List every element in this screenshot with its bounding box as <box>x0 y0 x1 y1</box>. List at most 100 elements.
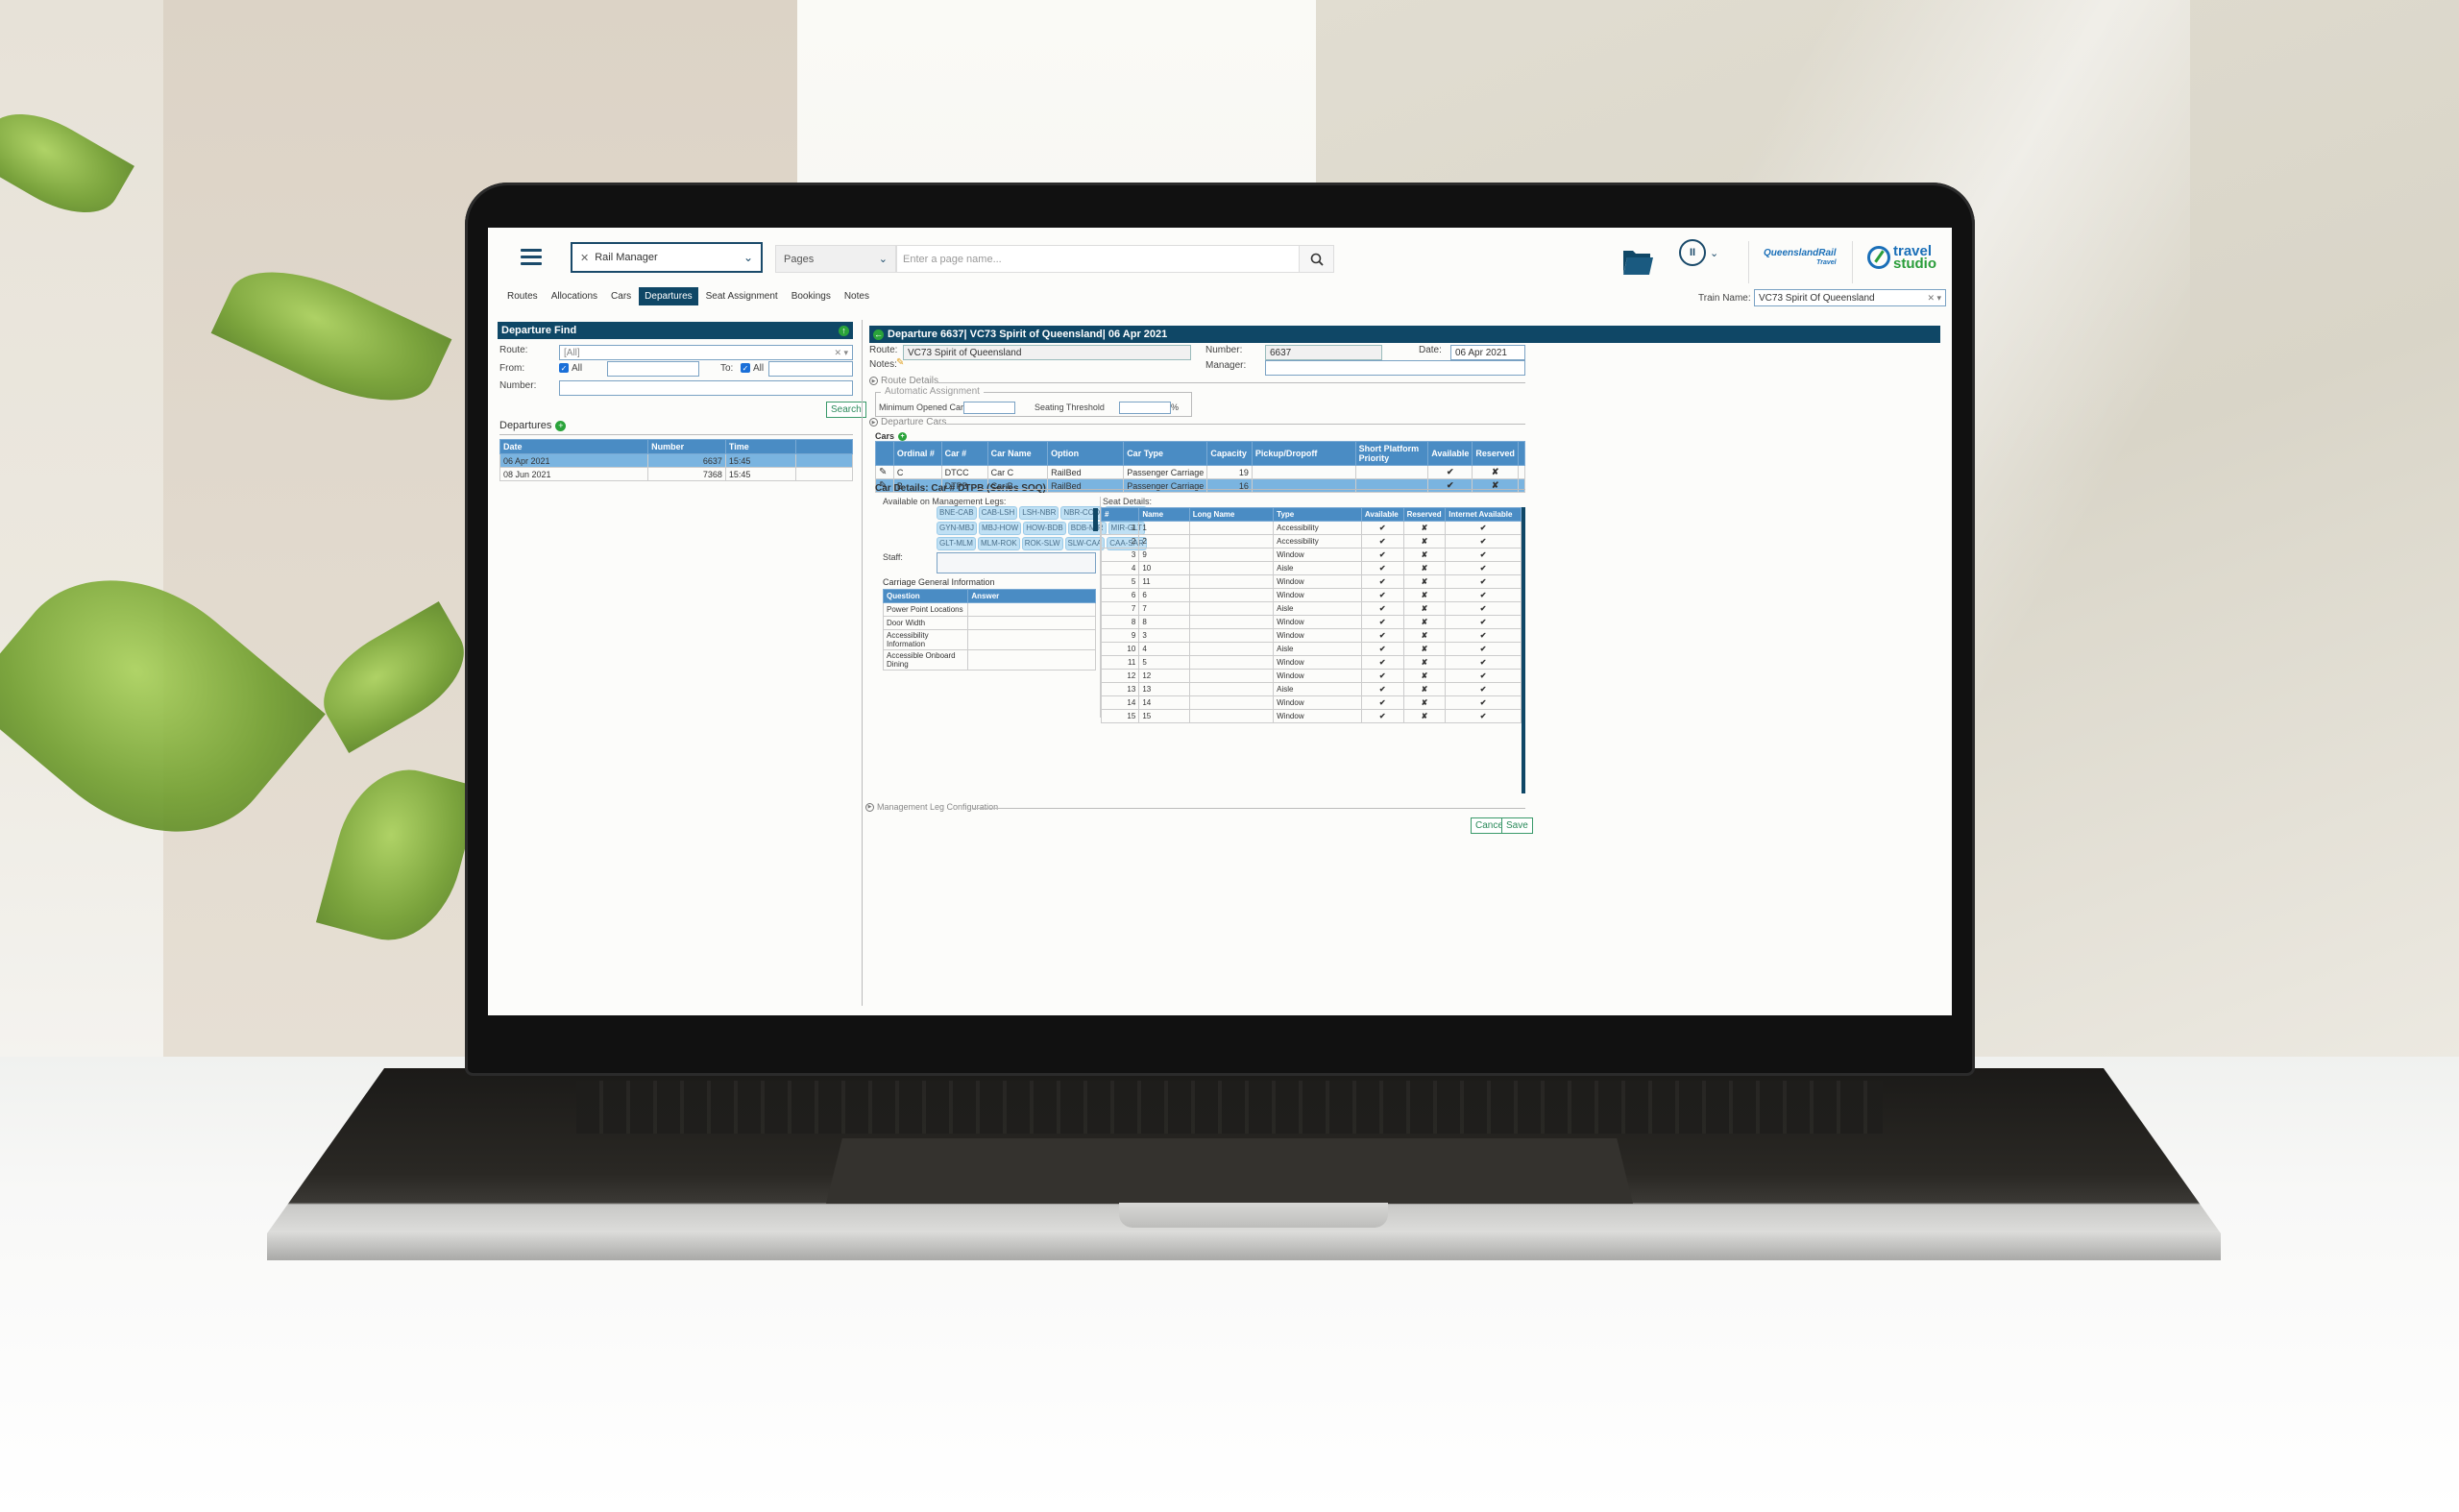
carriage-info-row[interactable]: Door Width <box>882 616 1096 630</box>
seat-row[interactable]: 12 12 Window ✔ ✘ ✔ <box>1101 669 1522 683</box>
from-all-checkbox[interactable]: ✓ <box>559 363 569 373</box>
management-leg-chip[interactable]: LSH-NBR <box>1019 506 1059 520</box>
departure-find-panel: Departure Find ↑ Route: [All] ✕ ▾ From: … <box>498 322 866 1006</box>
to-input[interactable] <box>768 361 853 377</box>
carriage-info-row[interactable]: Accessible Onboard Dining <box>882 649 1096 671</box>
manager-field[interactable] <box>1265 360 1525 376</box>
number-input[interactable] <box>559 380 853 396</box>
management-leg-chip[interactable]: ROK-SLW <box>1021 537 1063 550</box>
check-icon: ✔ <box>1360 548 1404 562</box>
management-leg-chip[interactable]: SLW-CAA <box>1064 537 1106 550</box>
back-arrow-icon[interactable]: ← <box>873 329 884 340</box>
edit-car-icon[interactable]: ✎ <box>875 465 894 479</box>
departure-cars-toggle[interactable]: ▶ Departure Cars <box>869 417 946 427</box>
seat-row[interactable]: 8 8 Window ✔ ✘ ✔ <box>1101 615 1522 629</box>
edit-notes-icon[interactable]: ✎ <box>896 357 904 368</box>
save-button[interactable]: Save <box>1501 817 1533 834</box>
collapse-up-icon[interactable]: ↑ <box>839 325 849 336</box>
col-cars-8: Short Platform Priority <box>1354 441 1429 466</box>
tab-cars[interactable]: Cars <box>605 287 637 305</box>
carriage-info-row[interactable]: Power Point Locations <box>882 602 1096 617</box>
clear-icon[interactable]: ✕ <box>580 252 589 264</box>
seat-name: 4 <box>1138 642 1190 656</box>
carriage-info-row[interactable]: Accessibility Information <box>882 629 1096 650</box>
search-button[interactable]: Search <box>826 402 866 418</box>
management-leg-chip[interactable]: MBJ-HOW <box>979 522 1022 535</box>
car-option: RailBed <box>1047 478 1125 493</box>
seat-row[interactable]: 7 7 Aisle ✔ ✘ ✔ <box>1101 601 1522 616</box>
seat-row[interactable]: 14 14 Window ✔ ✘ ✔ <box>1101 695 1522 710</box>
check-icon: ✔ <box>1360 521 1404 535</box>
search-button[interactable] <box>1299 246 1333 272</box>
seat-row[interactable]: 13 13 Aisle ✔ ✘ ✔ <box>1101 682 1522 696</box>
seat-row[interactable]: 15 15 Window ✔ ✘ ✔ <box>1101 709 1522 723</box>
to-all-checkbox[interactable]: ✓ <box>741 363 750 373</box>
clear-dropdown-icon[interactable]: ✕ ▾ <box>834 348 848 358</box>
seat-row[interactable]: 11 5 Window ✔ ✘ ✔ <box>1101 655 1522 670</box>
management-leg-chip[interactable]: GLT-MLM <box>937 537 976 550</box>
check-icon: ✔ <box>1360 628 1404 643</box>
legs-scrollbar[interactable] <box>1093 508 1098 531</box>
tab-notes[interactable]: Notes <box>839 287 875 305</box>
laptop-keyboard <box>576 1081 1883 1134</box>
mgmt-leg-config-toggle[interactable]: ▶ Management Leg Configuration <box>865 802 998 812</box>
module-select[interactable]: ✕ Rail Manager ⌄ <box>571 242 763 273</box>
departure-extra <box>795 467 853 481</box>
management-leg-chip[interactable]: CAB-LSH <box>978 506 1018 520</box>
seat-row[interactable]: 10 4 Aisle ✔ ✘ ✔ <box>1101 642 1522 656</box>
number-label: Number: <box>1205 345 1243 355</box>
seat-details-wrap[interactable]: # Name Long Name Type Available Reserved… <box>1101 507 1525 793</box>
seat-row[interactable]: 9 3 Window ✔ ✘ ✔ <box>1101 628 1522 643</box>
info-answer[interactable] <box>967 649 1096 671</box>
car-type: Passenger Carriage <box>1123 465 1208 479</box>
departure-row[interactable]: 08 Jun 2021 7368 15:45 <box>499 467 853 481</box>
add-car-icon[interactable]: + <box>898 431 908 441</box>
add-departure-icon[interactable]: + <box>555 420 567 431</box>
date-field[interactable]: 06 Apr 2021 <box>1450 345 1525 360</box>
management-leg-chip[interactable]: BNE-CAB <box>937 506 977 520</box>
clear-dropdown-icon[interactable]: ✕ ▾ <box>1927 293 1941 304</box>
management-leg-chip[interactable]: GYN-MBJ <box>937 522 977 535</box>
check-icon: ✔ <box>1445 695 1522 710</box>
info-answer[interactable] <box>967 629 1096 650</box>
seat-index: 6 <box>1101 588 1140 602</box>
tab-bookings[interactable]: Bookings <box>786 287 837 305</box>
divider <box>499 434 853 435</box>
tab-allocations[interactable]: Allocations <box>546 287 603 305</box>
seating-threshold-input[interactable] <box>1119 402 1171 414</box>
management-leg-chip[interactable]: HOW-BDB <box>1023 522 1066 535</box>
tab-seat-assignment[interactable]: Seat Assignment <box>700 287 784 305</box>
tab-departures[interactable]: Departures <box>639 287 698 305</box>
info-answer[interactable] <box>967 602 1096 617</box>
seat-type: Window <box>1273 548 1362 562</box>
info-answer[interactable] <box>967 616 1096 630</box>
seat-row[interactable]: 3 9 Window ✔ ✘ ✔ <box>1101 548 1522 562</box>
seat-row[interactable]: 4 10 Aisle ✔ ✘ ✔ <box>1101 561 1522 575</box>
seat-name: 10 <box>1138 561 1190 575</box>
page-search-input[interactable] <box>897 253 1299 265</box>
number-field[interactable]: 6637 <box>1265 345 1382 360</box>
tab-routes[interactable]: Routes <box>501 287 544 305</box>
departure-row[interactable]: 06 Apr 2021 6637 15:45 <box>499 453 853 468</box>
seat-row[interactable]: 6 6 Window ✔ ✘ ✔ <box>1101 588 1522 602</box>
management-leg-chip[interactable]: MLM-ROK <box>977 537 1020 550</box>
seat-name: 1 <box>1138 521 1190 535</box>
check-icon: ✔ <box>1360 695 1404 710</box>
train-name-select[interactable]: VC73 Spirit Of Queensland ✕ ▾ <box>1754 289 1946 306</box>
route-select[interactable]: [All] ✕ ▾ <box>559 345 853 360</box>
route-field[interactable]: VC73 Spirit of Queensland <box>903 345 1191 360</box>
pages-select[interactable]: Pages ⌄ <box>775 245 896 273</box>
staff-field[interactable] <box>937 552 1096 573</box>
from-input[interactable] <box>607 361 699 377</box>
route-details-toggle[interactable]: ▶ Route Details <box>869 376 938 386</box>
car-row[interactable]: ✎ C DTCC Car C RailBed Passenger Carriage 19 ✔ ✘ <box>875 465 1525 479</box>
seat-row[interactable]: 5 11 Window ✔ ✘ ✔ <box>1101 574 1522 589</box>
status-menu[interactable]: II ⌄ <box>1679 239 1718 266</box>
cross-icon: ✘ <box>1402 561 1447 575</box>
seat-row[interactable]: 1 1 Accessibility ✔ ✘ ✔ <box>1101 521 1522 535</box>
folder-icon[interactable] <box>1621 247 1654 278</box>
seat-row[interactable]: 2 2 Accessibility ✔ ✘ ✔ <box>1101 534 1522 549</box>
menu-icon[interactable] <box>521 249 542 266</box>
col-cars-7: Pickup/Dropoff <box>1251 441 1356 466</box>
min-opened-cars-input[interactable] <box>963 402 1015 414</box>
